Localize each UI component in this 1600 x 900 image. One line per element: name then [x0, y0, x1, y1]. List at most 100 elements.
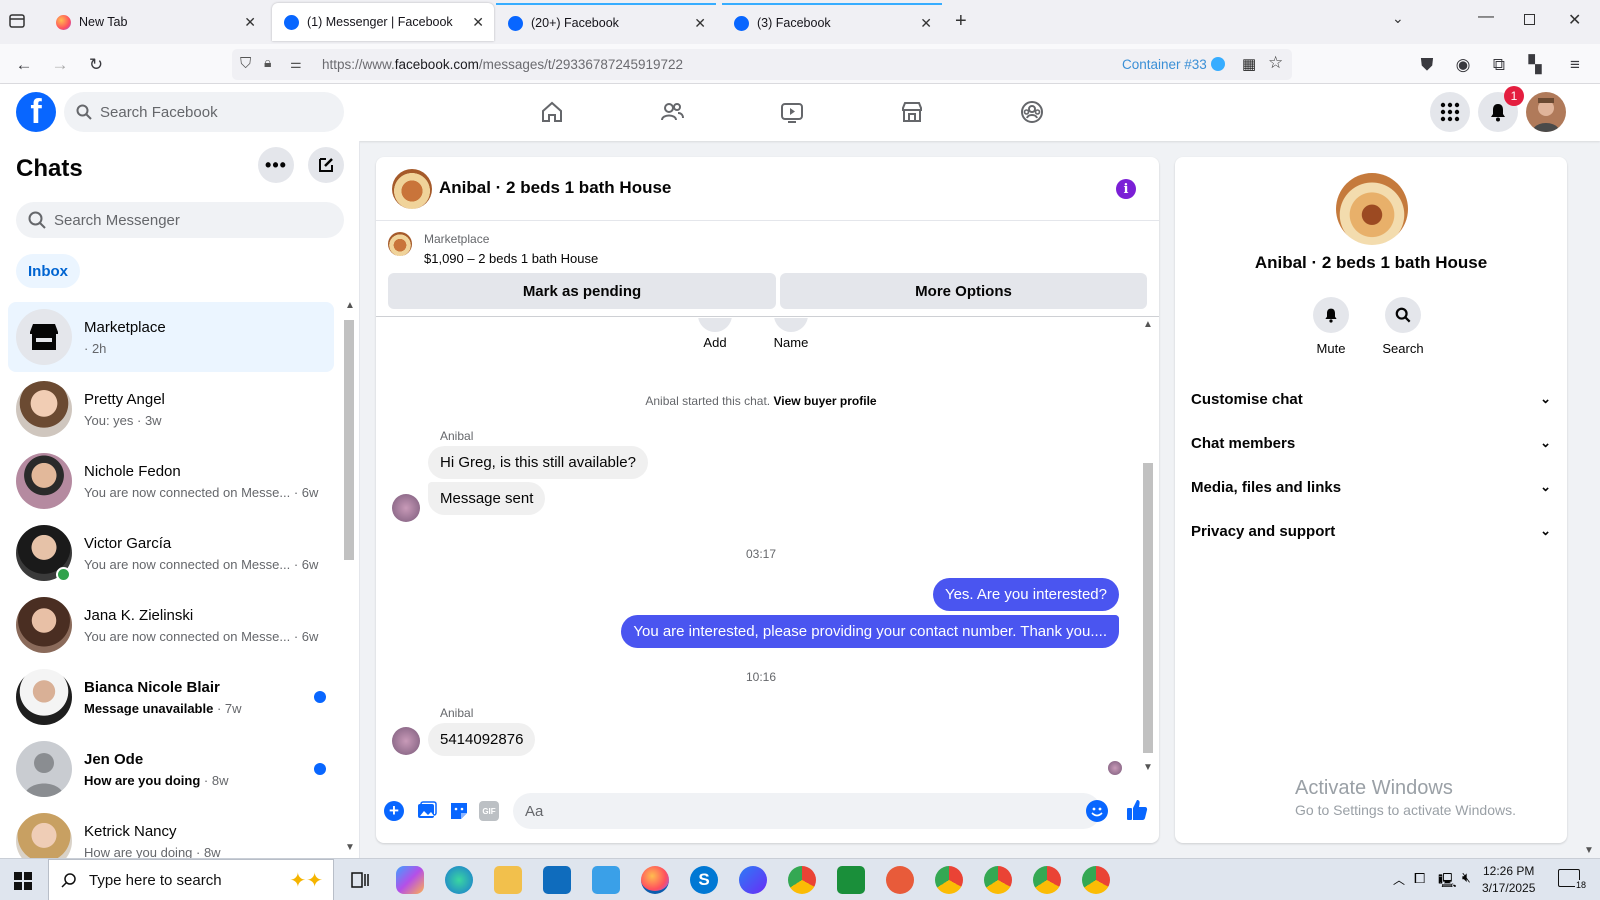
emoji-icon[interactable]	[1086, 800, 1108, 822]
volume-muted-icon[interactable]: 🔇︎	[1462, 869, 1471, 886]
tab-messenger[interactable]: (1) Messenger | Facebook ✕	[272, 3, 494, 41]
qr-icon[interactable]: ▦	[1242, 55, 1256, 73]
green-app-icon[interactable]	[837, 866, 865, 894]
page-scroll-down-icon[interactable]: ▼	[1584, 845, 1594, 856]
outlook-icon[interactable]	[543, 866, 571, 894]
permissions-icon[interactable]: ⚌	[290, 56, 302, 72]
groups-nav-icon[interactable]	[1012, 94, 1052, 130]
paint-app-icon[interactable]	[886, 866, 914, 894]
close-tab-icon[interactable]: ✕	[472, 14, 484, 31]
meet-now-icon[interactable]: ⧠	[1414, 870, 1425, 887]
chrome-profile-icon[interactable]	[984, 866, 1012, 894]
chat-item-nichole-fedon[interactable]: Nichole Fedon You are now connected on M…	[8, 446, 334, 516]
close-tab-icon[interactable]: ✕	[920, 15, 932, 32]
app-arc-icon[interactable]	[739, 866, 767, 894]
list-all-tabs-icon[interactable]: ⌄	[1392, 10, 1404, 27]
add-contact-circle[interactable]	[698, 318, 732, 332]
wordpad-icon[interactable]	[592, 866, 620, 894]
pocket-icon[interactable]: ⛊	[1414, 52, 1440, 78]
sticker-icon[interactable]	[448, 800, 470, 827]
address-bar[interactable]: ⛉ 🔒︎ ⚌ https://www.facebook.com/messages…	[232, 49, 1292, 80]
close-window-icon[interactable]: ✕	[1568, 10, 1581, 30]
more-actions-plus-icon[interactable]: +	[384, 801, 404, 821]
messenger-search-input[interactable]: Search Messenger	[16, 202, 344, 238]
customise-chat-section[interactable]: Customise chat ⌄	[1191, 379, 1551, 419]
mark-as-pending-button[interactable]: Mark as pending	[388, 273, 776, 309]
listing-title[interactable]: $1,090 – 2 beds 1 bath House	[424, 251, 598, 266]
file-explorer-icon[interactable]	[494, 866, 522, 894]
copilot-icon[interactable]	[396, 866, 424, 894]
windows-start-icon[interactable]	[14, 872, 32, 895]
view-buyer-profile-link[interactable]: View buyer profile	[773, 394, 876, 408]
info-button[interactable]: i	[1116, 179, 1136, 199]
close-tab-icon[interactable]: ✕	[244, 14, 256, 31]
incoming-message[interactable]: Hi Greg, is this still available?	[428, 446, 648, 479]
bookmark-star-icon[interactable]: ☆	[1268, 53, 1283, 73]
chat-item-pretty-angel[interactable]: Pretty Angel You: yes · 3w	[8, 374, 334, 444]
message-input[interactable]: Aa	[513, 793, 1101, 829]
minimize-window-icon[interactable]: —	[1478, 8, 1494, 26]
inbox-tab[interactable]: Inbox	[16, 254, 80, 288]
chat-list-scrollbar[interactable]: ▲ ▼	[343, 300, 355, 855]
search-in-chat-button[interactable]: Search	[1373, 297, 1433, 356]
video-nav-icon[interactable]	[772, 94, 812, 130]
show-hidden-icons-chevron[interactable]: ︿	[1393, 871, 1405, 888]
forward-arrow-icon[interactable]: →	[47, 52, 73, 78]
privacy-support-section[interactable]: Privacy and support ⌄	[1191, 511, 1551, 551]
firefox-taskbar-icon[interactable]	[641, 866, 669, 894]
chat-item-victor-garcia[interactable]: Victor García You are now connected on M…	[8, 518, 334, 588]
like-thumb-icon[interactable]	[1125, 798, 1149, 827]
name-contact-circle[interactable]	[774, 318, 808, 332]
reload-icon[interactable]: ↻	[83, 52, 109, 78]
sender-avatar[interactable]	[392, 727, 420, 755]
friends-nav-icon[interactable]	[652, 94, 692, 130]
restore-window-icon[interactable]	[1524, 14, 1535, 25]
tracking-shield-icon[interactable]: ⛉	[240, 55, 251, 72]
tab-overview-button[interactable]	[8, 12, 28, 32]
incoming-message[interactable]: 5414092876	[428, 723, 536, 756]
notification-center-icon[interactable]: 18	[1558, 869, 1587, 890]
mute-button[interactable]: Mute	[1301, 297, 1361, 356]
incoming-message[interactable]: Message sent	[428, 482, 546, 515]
chrome-icon[interactable]	[788, 866, 816, 894]
menu-grid-button[interactable]	[1430, 92, 1470, 132]
chat-members-section[interactable]: Chat members ⌄	[1191, 423, 1551, 463]
chrome-profile-icon[interactable]	[935, 866, 963, 894]
skype-icon[interactable]: S	[690, 866, 718, 894]
chat-item-ketrick-nancy[interactable]: Ketrick Nancy How are you doing · 8w	[8, 806, 334, 858]
tab-facebook-3[interactable]: (3) Facebook ✕	[722, 3, 942, 41]
tab-facebook-20[interactable]: (20+) Facebook ✕	[496, 3, 716, 41]
conversation-title[interactable]: Anibal · 2 beds 1 bath House	[439, 178, 671, 198]
taskbar-search-input[interactable]: Type here to search ✦✦	[48, 859, 334, 900]
chat-item-bianca-blair[interactable]: Bianca Nicole Blair Message unavailable …	[8, 662, 334, 732]
chat-item-marketplace[interactable]: Marketplace · 2h	[8, 302, 334, 372]
more-options-button[interactable]: More Options	[780, 273, 1147, 309]
tab-new-tab[interactable]: New Tab ✕	[44, 3, 266, 41]
lock-icon[interactable]: 🔒︎	[264, 54, 271, 71]
messages-scrollbar[interactable]: ▲ ▼	[1141, 318, 1155, 776]
new-message-button[interactable]	[308, 147, 344, 183]
media-files-links-section[interactable]: Media, files and links ⌄	[1191, 467, 1551, 507]
network-icon[interactable]: 🖳︎	[1438, 870, 1457, 894]
new-tab-button[interactable]: +	[955, 10, 967, 33]
close-tab-icon[interactable]: ✕	[694, 15, 706, 32]
extensions-icon[interactable]: ⧉	[1486, 52, 1512, 78]
facebook-search-input[interactable]: Search Facebook	[64, 92, 344, 132]
profile-avatar[interactable]	[1526, 92, 1566, 132]
chrome-profile-icon[interactable]	[1082, 866, 1110, 894]
facebook-logo-icon[interactable]: f	[16, 92, 56, 132]
chat-options-button[interactable]: •••	[258, 147, 294, 183]
chat-item-jana-zielinski[interactable]: Jana K. Zielinski You are now connected …	[8, 590, 334, 660]
edge-browser-icon[interactable]	[445, 866, 473, 894]
outgoing-message[interactable]: Yes. Are you interested?	[932, 578, 1119, 611]
account-icon[interactable]: ◉	[1450, 52, 1476, 78]
listing-thumbnail[interactable]	[392, 169, 432, 209]
attach-photo-icon[interactable]	[416, 800, 438, 827]
marketplace-nav-icon[interactable]	[892, 94, 932, 130]
taskbar-clock[interactable]: 12:26 PM 3/17/2025	[1482, 863, 1535, 897]
home-nav-icon[interactable]	[532, 94, 572, 130]
container-badge[interactable]: Container #33	[1122, 57, 1225, 72]
back-arrow-icon[interactable]: ←	[11, 52, 37, 78]
outgoing-message[interactable]: You are interested, please providing you…	[621, 615, 1119, 648]
sender-avatar[interactable]	[392, 494, 420, 522]
